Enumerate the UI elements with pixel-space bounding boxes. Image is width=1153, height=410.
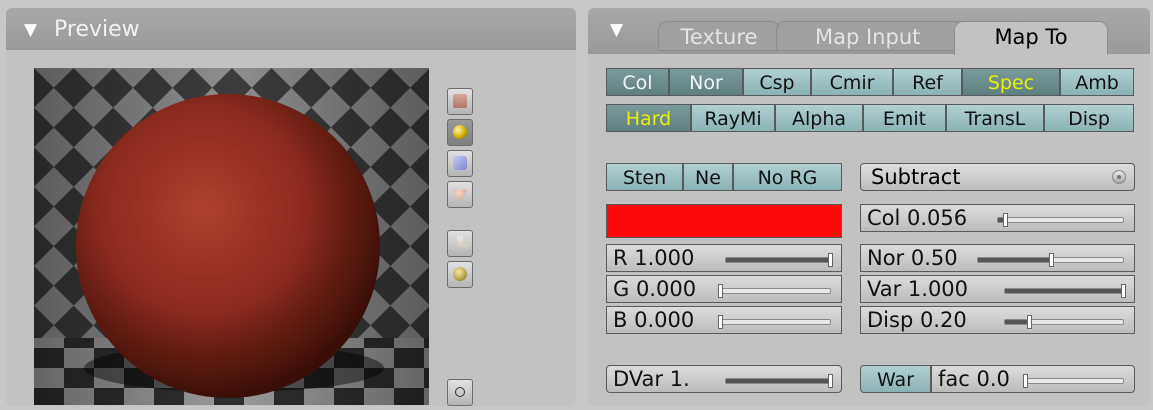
col-factor-label: Col 0.056 [867,206,968,230]
mapto-raymir-toggle[interactable]: RayMi [691,104,775,132]
g-slider-label: G 0.000 [613,277,697,301]
tab-map-to[interactable]: Map To [954,21,1108,55]
hair-icon [457,236,467,250]
b-slider[interactable]: B 0.000 [606,306,842,334]
mapto-nor-toggle[interactable]: Nor [669,68,743,96]
g-slider[interactable]: G 0.000 [606,275,842,303]
texture-panel-header: ▼ Texture Map Input Map To [588,8,1150,55]
mapto-ref-toggle[interactable]: Ref [893,68,962,96]
nor-factor-slider[interactable]: Nor 0.50 [860,244,1135,272]
preview-panel: ▼ Preview [6,8,576,406]
preview-world-button[interactable] [447,379,473,406]
col-factor-slider[interactable]: Col 0.056 [860,204,1135,232]
plane-icon [453,94,467,108]
preview-header[interactable]: ▼ Preview [6,8,576,50]
preview-title: Preview [54,17,140,42]
preview-cube-button[interactable] [447,150,473,177]
dvar-slider[interactable]: DVar 1. [606,365,842,393]
blend-mode-dropdown[interactable]: Subtract [860,163,1135,191]
mapto-emit-toggle[interactable]: Emit [863,104,946,132]
r-slider[interactable]: R 1.000 [606,244,842,272]
tab-texture[interactable]: Texture [658,21,780,51]
mapto-csp-toggle[interactable]: Csp [743,68,811,96]
b-slider-label: B 0.000 [613,308,695,332]
preview-sphere-button[interactable] [447,119,473,146]
mapto-amb-toggle[interactable]: Amb [1060,68,1134,96]
preview-sky-sphere-button[interactable] [447,261,473,288]
stencil-toggle[interactable]: Sten [606,163,683,191]
mapto-disp-toggle[interactable]: Disp [1044,104,1134,132]
negative-toggle[interactable]: Ne [683,163,733,191]
mapto-hard-toggle[interactable]: Hard [606,104,691,132]
texture-mapping-panel: ▼ Texture Map Input Map To Col Nor Csp C… [588,8,1150,406]
mapto-col-toggle[interactable]: Col [606,68,669,96]
world-icon [455,387,465,397]
warp-toggle[interactable]: War [860,365,931,393]
texture-color-swatch[interactable] [606,204,842,238]
collapse-triangle-icon[interactable]: ▼ [610,22,623,39]
preview-hair-button[interactable] [447,230,473,257]
mapto-transl-toggle[interactable]: TransL [946,104,1044,132]
material-preview-render [34,68,429,405]
dropdown-arrows-icon [1112,170,1126,184]
blend-mode-value: Subtract [871,165,961,189]
mapto-cmir-toggle[interactable]: Cmir [811,68,893,96]
disp-factor-slider[interactable]: Disp 0.20 [860,306,1135,334]
sphere-icon [453,125,467,139]
monkey-icon [453,189,467,201]
mapto-alpha-toggle[interactable]: Alpha [775,104,863,132]
cube-icon [453,156,467,170]
preview-plane-button[interactable] [447,88,473,115]
sky-sphere-icon [453,267,467,281]
disp-factor-label: Disp 0.20 [867,308,967,332]
dvar-slider-label: DVar 1. [613,367,690,391]
r-slider-label: R 1.000 [613,246,695,270]
warp-factor-label: fac 0.0 [938,367,1010,391]
warp-factor-slider[interactable]: fac 0.0 [931,365,1135,393]
nor-factor-label: Nor 0.50 [867,246,958,270]
var-factor-slider[interactable]: Var 1.000 [860,275,1135,303]
no-rgb-toggle[interactable]: No RG [733,163,842,191]
preview-monkey-button[interactable] [447,181,473,208]
collapse-triangle-icon[interactable]: ▼ [24,22,37,39]
var-factor-label: Var 1.000 [867,277,969,301]
mapto-spec-toggle[interactable]: Spec [962,68,1060,96]
